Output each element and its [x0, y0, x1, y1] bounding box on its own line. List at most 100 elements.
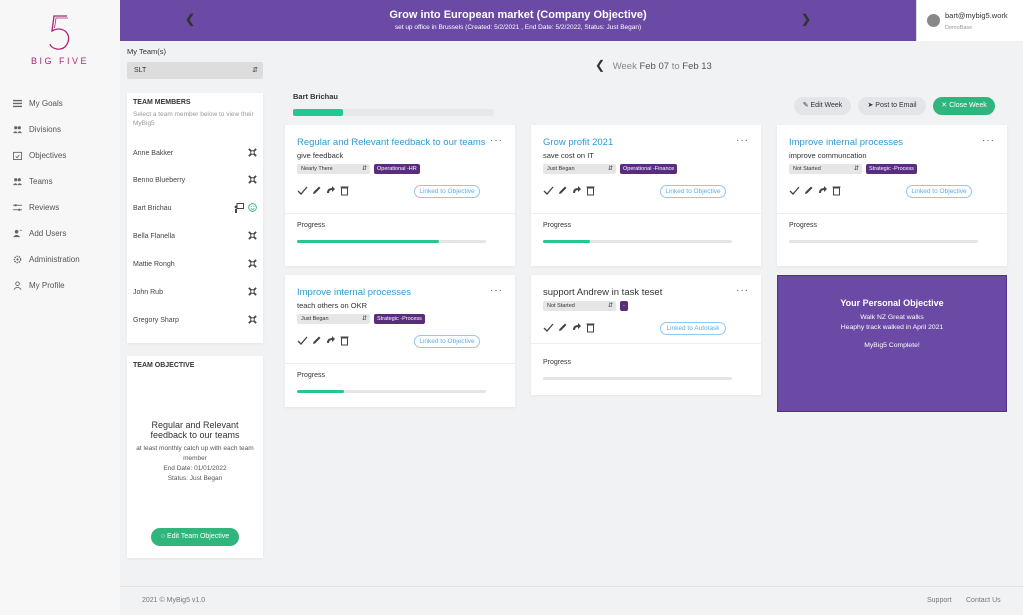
objective-title[interactable]: Grow profit 2021: [543, 137, 613, 148]
sidebar-item-divisions[interactable]: Divisions: [13, 121, 61, 137]
more-options-icon[interactable]: ···: [736, 135, 749, 146]
linked-objective-button[interactable]: Linked to Objective: [906, 185, 972, 198]
objective-actions: [543, 322, 596, 333]
team-member-item[interactable]: Bella Flanella: [133, 229, 259, 243]
user-icon: [13, 280, 22, 290]
sidebar-item-objectives[interactable]: Objectives: [13, 147, 66, 163]
send-icon: ➤: [867, 102, 874, 109]
pencil-icon[interactable]: [557, 322, 568, 333]
team-select[interactable]: SLT ⇵: [127, 62, 263, 79]
check-icon[interactable]: [543, 185, 554, 196]
pencil-icon: ✎: [802, 102, 809, 109]
linked-objective-button[interactable]: Linked to Objective: [414, 335, 480, 348]
trash-icon[interactable]: [339, 185, 350, 196]
sidebar-item-label: Administration: [29, 254, 80, 264]
redo-icon[interactable]: [817, 185, 828, 196]
edit-team-objective-button[interactable]: ○ Edit Team Objective: [151, 528, 239, 546]
sidebar-item-reviews[interactable]: Reviews: [13, 199, 59, 215]
badge-off-icon: [248, 287, 257, 296]
team-objective-details: at least monthly catch up with each team…: [133, 444, 257, 484]
select-caret-icon: ⇵: [853, 166, 859, 172]
objective-card: Grow profit 2021 ··· save cost on IT Jus…: [531, 125, 761, 266]
pencil-icon[interactable]: [803, 185, 814, 196]
logo-text: BIG FIVE: [30, 56, 89, 66]
redo-icon[interactable]: [571, 322, 582, 333]
smile-icon: [248, 203, 257, 212]
trash-icon[interactable]: [831, 185, 842, 196]
objective-subtitle: improve communcation: [789, 151, 867, 160]
progress-bar: [297, 390, 486, 393]
team-members-panel: TEAM MEMBERS Select a team member below …: [127, 93, 263, 343]
sidebar-item-my-profile[interactable]: My Profile: [13, 277, 65, 293]
circle-icon: ○: [160, 533, 166, 540]
redo-icon[interactable]: [571, 185, 582, 196]
more-options-icon[interactable]: ···: [490, 135, 503, 146]
team-member-item[interactable]: Benno Blueberry: [133, 173, 259, 187]
prev-week-icon[interactable]: ❮: [595, 58, 605, 72]
redo-icon[interactable]: [325, 185, 336, 196]
badge-off-icon: [248, 148, 257, 157]
team-member-name: Anne Bakker: [133, 149, 174, 157]
contact-link[interactable]: Contact Us: [966, 597, 1001, 604]
objective-title[interactable]: Improve internal processes: [297, 287, 411, 298]
objective-status-select[interactable]: Not Started ⇵: [543, 301, 616, 311]
sidebar-item-label: My Profile: [29, 280, 65, 290]
select-caret-icon: ⇵: [607, 303, 613, 309]
team-member-item-selected[interactable]: Bart Brichau: [133, 201, 259, 215]
week-to: to: [671, 61, 680, 72]
linked-objective-button[interactable]: Linked to Objective: [660, 185, 726, 198]
more-options-icon[interactable]: ···: [490, 285, 503, 296]
status-select-value: Not Started: [547, 303, 575, 309]
redo-icon[interactable]: [325, 335, 336, 346]
edit-week-button[interactable]: ✎ Edit Week: [794, 97, 851, 115]
card-divider: [531, 343, 761, 344]
objective-category-tag: Operational -Finance: [620, 164, 678, 174]
pencil-icon[interactable]: [311, 335, 322, 346]
sidebar-item-my-goals[interactable]: My Goals: [13, 95, 63, 111]
close-week-button[interactable]: ✕ Close Week: [933, 97, 995, 115]
more-options-icon[interactable]: ···: [736, 285, 749, 296]
team-member-name: John Rub: [133, 288, 163, 296]
sidebar-item-administration[interactable]: Administration: [13, 251, 80, 267]
pencil-icon[interactable]: [557, 185, 568, 196]
user-menu[interactable]: bart@mybig5.work DemoBase: [916, 0, 1023, 41]
linked-objective-button[interactable]: Linked to Autotask: [660, 322, 726, 335]
badge-off-icon: [248, 259, 257, 268]
support-link[interactable]: Support: [927, 597, 952, 604]
badge-off-icon: [248, 231, 257, 240]
logo[interactable]: BIG FIVE: [0, 14, 120, 66]
sidebar-item-add-users[interactable]: Add Users: [13, 225, 66, 241]
check-icon[interactable]: [543, 322, 554, 333]
personal-objective-card[interactable]: Your Personal Objective Walk NZ Great wa…: [777, 275, 1007, 412]
next-objective-icon[interactable]: ❯: [801, 12, 811, 26]
objective-status-select[interactable]: Nearly There ⇵: [297, 164, 370, 174]
objective-status-select[interactable]: Just Began ⇵: [543, 164, 616, 174]
pencil-icon[interactable]: [311, 185, 322, 196]
objective-title[interactable]: support Andrew in task teset: [543, 287, 662, 298]
trash-icon[interactable]: [585, 185, 596, 196]
objective-status-select[interactable]: Just Began ⇵: [297, 314, 370, 324]
trash-icon[interactable]: [339, 335, 350, 346]
check-icon[interactable]: [789, 185, 800, 196]
post-to-email-button[interactable]: ➤ Post to Email: [858, 97, 926, 115]
progress-bar: [543, 377, 732, 380]
check-icon[interactable]: [297, 185, 308, 196]
team-member-item[interactable]: John Rub: [133, 285, 259, 299]
objective-status-select[interactable]: Not Started ⇵: [789, 164, 862, 174]
team-member-item[interactable]: Anne Bakker: [133, 146, 259, 160]
objective-title[interactable]: Regular and Relevant feedback to our tea…: [297, 137, 486, 148]
team-members-hint: Select a team member below to view their…: [133, 111, 254, 127]
user-email: bart@mybig5.work: [945, 11, 1008, 20]
team-member-item[interactable]: Mattie Rongh: [133, 257, 259, 271]
sidebar-item-teams[interactable]: Teams: [13, 173, 53, 189]
more-options-icon[interactable]: ···: [982, 135, 995, 146]
linked-objective-button[interactable]: Linked to Objective: [414, 185, 480, 198]
objective-card: Improve internal processes ··· improve c…: [777, 125, 1007, 266]
edit-week-label: Edit Week: [810, 102, 843, 109]
objective-card: Improve internal processes ··· teach oth…: [285, 275, 515, 407]
check-icon[interactable]: [297, 335, 308, 346]
team-member-item[interactable]: Gregory Sharp: [133, 313, 259, 327]
trash-icon[interactable]: [585, 322, 596, 333]
card-divider: [531, 213, 761, 214]
objective-title[interactable]: Improve internal processes: [789, 137, 903, 148]
